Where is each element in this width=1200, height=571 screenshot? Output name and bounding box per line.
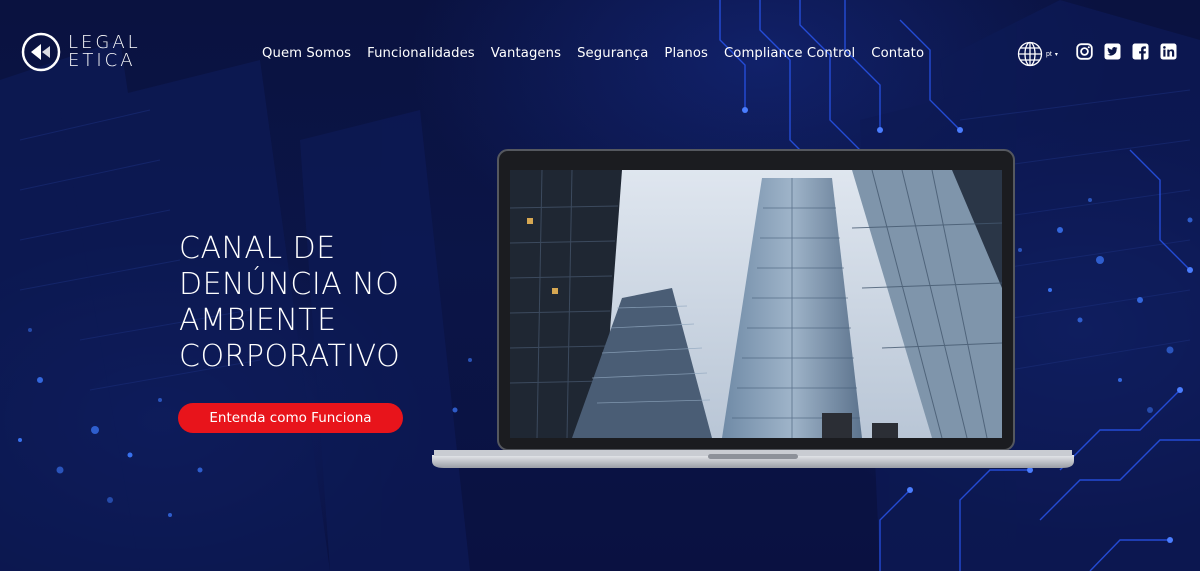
main-nav: Quem Somos Funcionalidades Vantagens Seg… xyxy=(262,44,924,62)
hero-title-line-2: DENÚNCIA NO xyxy=(179,267,400,302)
chevron-down-icon: ▾ xyxy=(1054,51,1058,58)
hero-title-line-3: AMBIENTE xyxy=(179,303,337,338)
language-code: pt xyxy=(1046,50,1052,58)
cta-button[interactable]: Entenda como Funciona xyxy=(178,403,403,433)
hero-title: CANAL DE DENÚNCIA NO AMBIENTE CORPORATIV… xyxy=(179,231,469,375)
nav-item-vantagens[interactable]: Vantagens xyxy=(491,46,561,61)
hero-title-line-1: CANAL DE xyxy=(179,231,336,266)
hero-title-line-4: CORPORATIVO xyxy=(179,339,401,374)
language-selector[interactable]: pt ▾ xyxy=(1017,41,1058,67)
laptop-image xyxy=(432,148,1074,470)
facebook-icon[interactable] xyxy=(1132,43,1149,60)
globe-icon xyxy=(1017,41,1043,67)
logo-text: LEGAL ETICA xyxy=(68,34,141,70)
nav-item-planos[interactable]: Planos xyxy=(664,46,708,61)
nav-item-seguranca[interactable]: Segurança xyxy=(577,46,648,61)
nav-item-funcionalidades[interactable]: Funcionalidades xyxy=(367,46,475,61)
linkedin-icon[interactable] xyxy=(1160,43,1177,60)
logo-mark-icon xyxy=(21,32,61,72)
nav-item-quem-somos[interactable]: Quem Somos xyxy=(262,46,351,61)
social-links xyxy=(1076,42,1177,60)
logo-line-2: ETICA xyxy=(68,50,136,71)
site-header: LEGAL ETICA Quem Somos Funcionalidades V… xyxy=(0,0,1200,105)
instagram-icon[interactable] xyxy=(1076,42,1093,60)
logo[interactable]: LEGAL ETICA xyxy=(20,30,190,74)
twitter-icon[interactable] xyxy=(1104,43,1121,60)
nav-item-compliance-control[interactable]: Compliance Control xyxy=(724,46,855,61)
nav-item-contato[interactable]: Contato xyxy=(871,46,924,61)
